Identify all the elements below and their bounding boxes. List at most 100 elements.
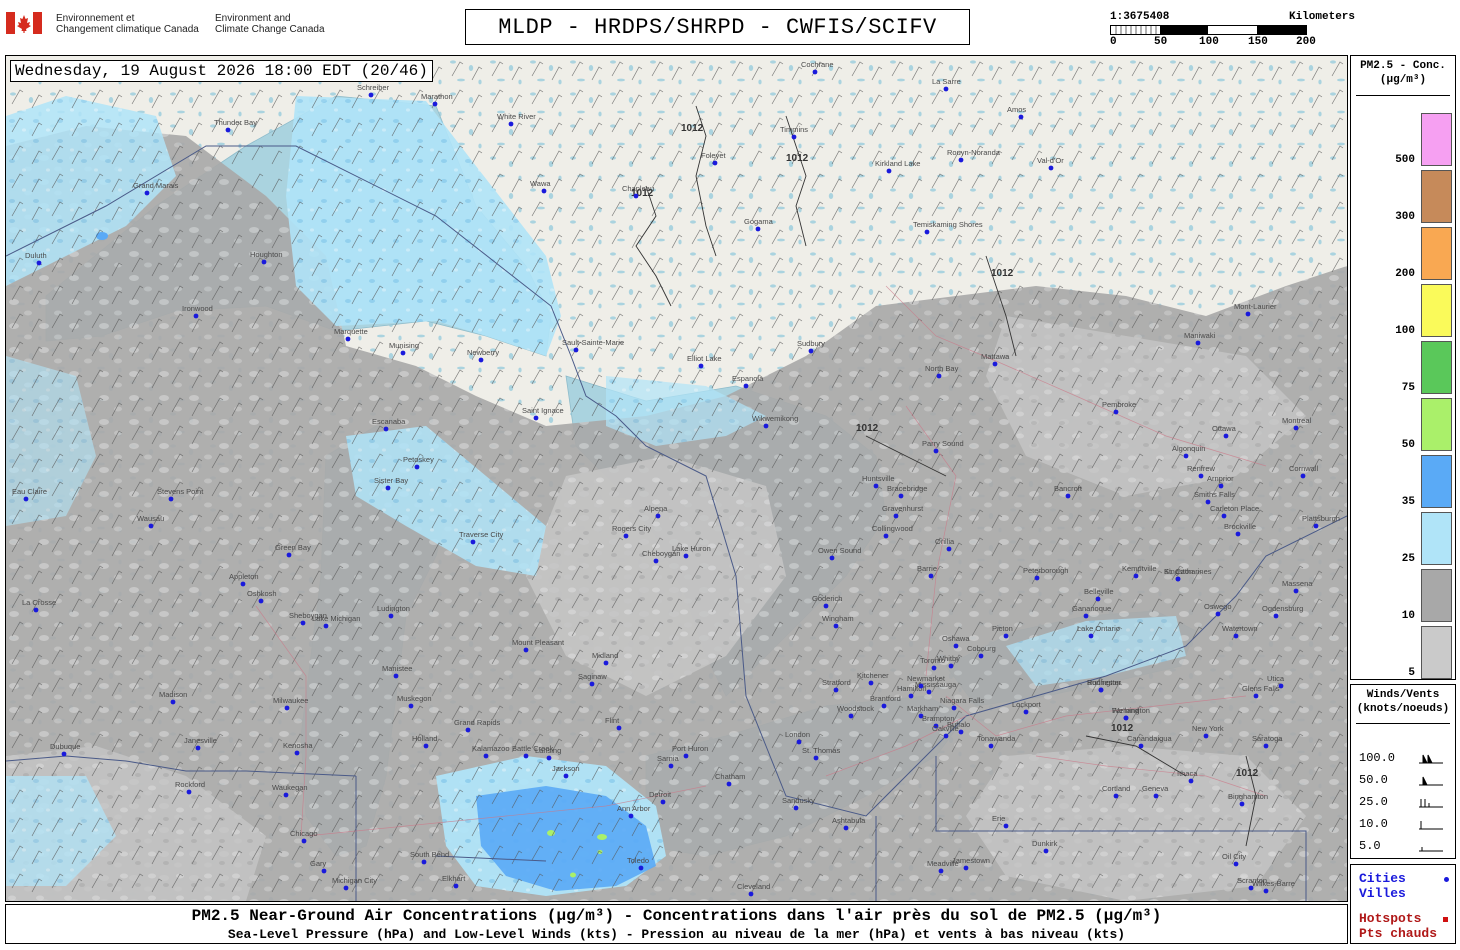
city-label: Port Huron <box>672 744 708 753</box>
isobar-label: 1012 <box>786 153 809 164</box>
city-dot-icon <box>808 348 814 354</box>
city-dot-icon <box>881 703 887 709</box>
city-label: Brockville <box>1224 522 1256 531</box>
city-label: Grand Marais <box>133 181 179 190</box>
city-dot-icon <box>933 448 939 454</box>
city-label: Waukegan <box>272 783 308 792</box>
city-dot-icon <box>893 513 899 519</box>
city-label: Sandusky <box>782 796 815 805</box>
city-dot-icon <box>301 838 307 844</box>
city-dot-icon <box>958 729 964 735</box>
city-label: Lockport <box>1012 700 1042 709</box>
city-dot-icon <box>408 703 414 709</box>
city-label: Jackson <box>552 764 580 773</box>
city-dot-icon <box>1003 823 1009 829</box>
city-dot-icon <box>1221 513 1227 519</box>
hotspot-square-icon <box>1443 917 1448 922</box>
city-label: Owen Sound <box>818 546 861 555</box>
city-dot-icon <box>943 86 949 92</box>
city-dot-icon <box>926 689 932 695</box>
city-label: Chicago <box>290 829 318 838</box>
gov-name-en-line2: Climate Change Canada <box>215 24 325 35</box>
wind-barb-5-icon <box>1419 847 1443 852</box>
city-dot-icon <box>886 168 892 174</box>
city-label: Brampton <box>922 714 955 723</box>
city-dot-icon <box>508 121 514 127</box>
map-canvas[interactable]: Wednesday, 19 August 2026 18:00 EDT (20/… <box>5 55 1348 902</box>
city-label: Foleyet <box>701 151 727 160</box>
city-label: Sault-Sainte-Marie <box>562 338 624 347</box>
city-label: Kemptville <box>1122 564 1157 573</box>
city-label: Traverse City <box>459 530 504 539</box>
footer-caption: PM2.5 Near-Ground Air Concentrations (μg… <box>5 904 1348 944</box>
city-label: Elliot Lake <box>687 354 722 363</box>
city-label: Mount Pleasant <box>512 638 565 647</box>
city-dot-icon <box>683 753 689 759</box>
city-label: Midland <box>592 651 618 660</box>
symbol-legend: Cities Villes Hotspots Pts chauds <box>1350 864 1456 944</box>
city-dot-icon <box>1034 575 1040 581</box>
gov-name-en-line1: Environment and <box>215 13 291 24</box>
city-dot-icon <box>763 423 769 429</box>
city-label: Oshkosh <box>247 589 277 598</box>
legend-swatch-label: 5 <box>1408 667 1415 679</box>
city-label: Erie <box>992 814 1005 823</box>
legend-swatch <box>1421 341 1452 394</box>
city-dot-icon <box>343 885 349 891</box>
city-dot-icon <box>300 620 306 626</box>
city-dot-icon <box>813 755 819 761</box>
city-label: Alpena <box>644 504 668 513</box>
city-label: Belleville <box>1084 587 1114 596</box>
city-dot-icon <box>563 773 569 779</box>
wind-legend-title: Winds/Vents (knots/noeuds) <box>1351 688 1455 716</box>
city-label: Mattawa <box>981 352 1010 361</box>
isobar-label: 1012 <box>1236 768 1259 779</box>
city-dot-icon <box>953 643 959 649</box>
city-dot-icon <box>1133 573 1139 579</box>
city-label: Gogama <box>744 217 774 226</box>
city-label: Espanola <box>732 374 764 383</box>
city-label: Ithaca <box>1177 769 1198 778</box>
footer-caption-line1: PM2.5 Near-Ground Air Concentrations (μg… <box>191 907 1162 925</box>
city-dot-icon <box>383 426 389 432</box>
city-dot-icon <box>918 683 924 689</box>
city-dot-icon <box>23 496 29 502</box>
city-dot-icon <box>943 733 949 739</box>
city-dot-icon <box>843 825 849 831</box>
city-dot-icon <box>1313 523 1319 529</box>
city-label: Rogers City <box>612 524 651 533</box>
city-label: Bracebridge <box>887 484 927 493</box>
city-dot-icon <box>1188 778 1194 784</box>
city-label: Cheboygan <box>642 549 680 558</box>
city-dot-icon <box>393 673 399 679</box>
legend-swatch <box>1421 512 1452 565</box>
city-dot-icon <box>1088 633 1094 639</box>
city-dot-icon <box>883 533 889 539</box>
city-label: Rouyn-Noranda <box>947 148 1001 157</box>
city-dot-icon <box>823 603 829 609</box>
city-dot-icon <box>946 546 952 552</box>
city-label: Geneva <box>1142 784 1169 793</box>
city-dot-icon <box>193 313 199 319</box>
legend-swatch-label: 100 <box>1395 325 1415 337</box>
city-dot-icon <box>432 101 438 107</box>
city-dot-icon <box>533 415 539 421</box>
city-dot-icon <box>829 555 835 561</box>
city-dot-icon <box>1083 613 1089 619</box>
city-label: Ottawa <box>1212 424 1237 433</box>
city-label: Cornwall <box>1289 464 1319 473</box>
city-dot-icon <box>1198 473 1204 479</box>
wind-legend-row: 5.0 <box>1359 839 1449 855</box>
city-dot-icon <box>1023 709 1029 715</box>
wind-legend-row: 100.0 <box>1359 751 1449 767</box>
city-label: Ann Arbor <box>617 804 651 813</box>
city-label: Binghamton <box>1228 792 1268 801</box>
legend-swatch <box>1421 170 1452 223</box>
scale-tick-label: 200 <box>1296 36 1316 48</box>
city-dot-icon <box>873 483 879 489</box>
legend-swatch-label: 50 <box>1401 439 1415 451</box>
city-dot-icon <box>638 865 644 871</box>
legend-swatch <box>1421 398 1452 451</box>
city-dot-icon <box>833 687 839 693</box>
wind-barb-25-icon <box>1419 799 1443 808</box>
